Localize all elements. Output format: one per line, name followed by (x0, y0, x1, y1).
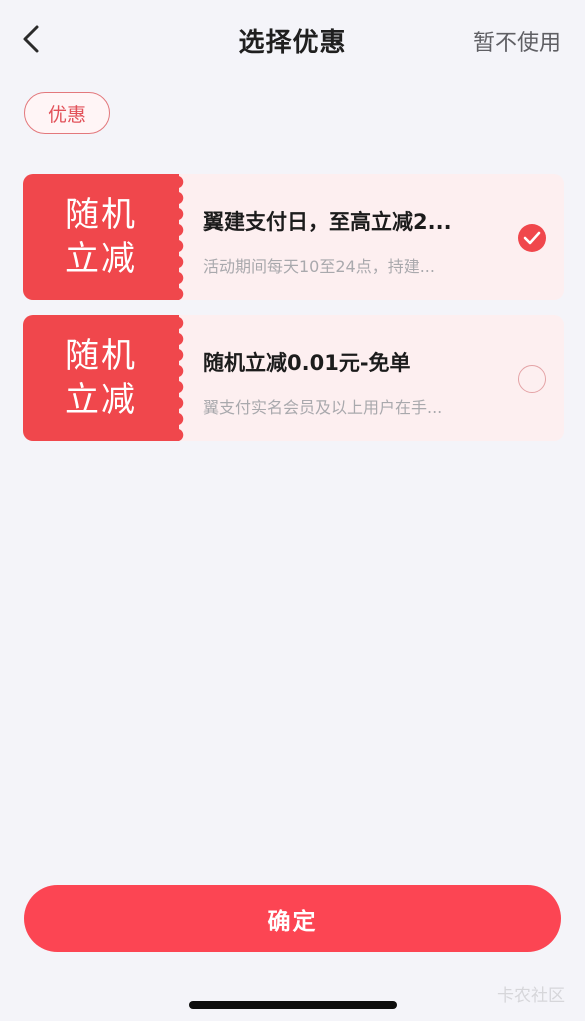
chevron-left-icon (23, 25, 39, 53)
confirm-button[interactable]: 确定 (24, 885, 561, 952)
coupon-desc: 活动期间每天10至24点，持建... (203, 257, 435, 276)
coupon-stub: 随机 立减 (23, 174, 191, 300)
coupon-stub-line: 立减 (65, 380, 137, 420)
coupon-select-page: 选择优惠 暂不使用 优惠 随机 立减 翼建支付日，至高立减2... 活动期间每天… (0, 0, 585, 1021)
skip-button[interactable]: 暂不使用 (473, 25, 561, 57)
coupon-radio-checked[interactable] (518, 224, 546, 252)
coupon-stub-line: 立减 (65, 239, 137, 279)
checkmark-icon (523, 231, 541, 245)
nav-bar: 选择优惠 暂不使用 (0, 0, 585, 80)
coupon-name: 翼建支付日，至高立减2... (203, 210, 452, 234)
coupon-stub-line: 随机 (65, 195, 137, 235)
coupon-radio-unchecked[interactable] (518, 365, 546, 393)
coupon-name: 随机立减0.01元-免单 (203, 351, 411, 375)
home-indicator (189, 1001, 397, 1009)
coupon-desc: 翼支付实名会员及以上用户在手... (203, 398, 443, 417)
coupon-stub: 随机 立减 (23, 315, 191, 441)
coupon-info: 随机立减0.01元-免单 翼支付实名会员及以上用户在手... (203, 315, 503, 441)
discount-tag: 优惠 (24, 92, 110, 134)
coupon-info: 翼建支付日，至高立减2... 活动期间每天10至24点，持建... (203, 174, 503, 300)
coupon-stub-text: 随机 立减 (61, 334, 141, 422)
coupon-card[interactable]: 随机 立减 随机立减0.01元-免单 翼支付实名会员及以上用户在手... (23, 315, 564, 441)
coupon-card[interactable]: 随机 立减 翼建支付日，至高立减2... 活动期间每天10至24点，持建... (23, 174, 564, 300)
coupon-stub-line: 随机 (65, 336, 137, 376)
back-button[interactable] (14, 22, 48, 56)
coupon-stub-text: 随机 立减 (61, 193, 141, 281)
watermark: 卡农社区 (497, 986, 565, 1006)
